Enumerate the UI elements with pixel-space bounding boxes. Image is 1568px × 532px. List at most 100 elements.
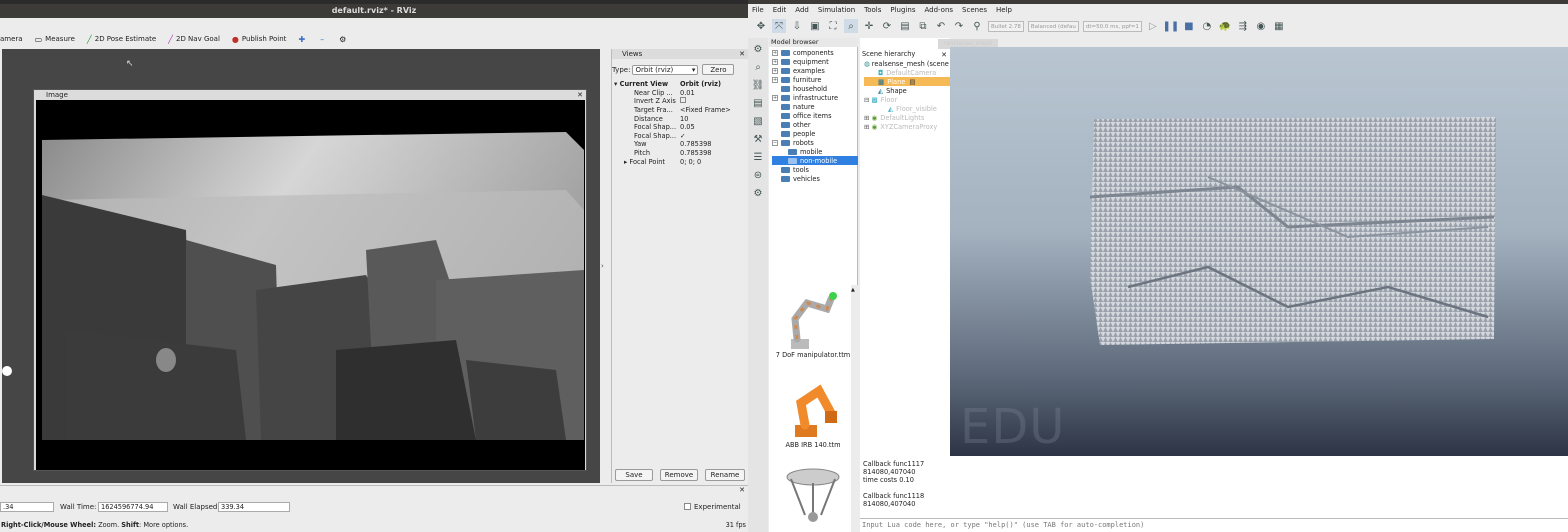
thumb-abb-irb-140[interactable] <box>777 373 849 439</box>
save-button[interactable]: Save <box>615 469 653 481</box>
scrollbar[interactable]: ▲ <box>851 285 858 532</box>
transfer-icon[interactable]: ⧉ <box>916 19 930 33</box>
close-icon[interactable]: ✕ <box>739 49 745 59</box>
expand-icon[interactable]: ⊟ <box>864 96 870 104</box>
current-view-row[interactable]: ▾ Current View Orbit (rviz) <box>612 80 748 89</box>
folder-nature[interactable]: +nature <box>772 102 858 111</box>
shift-icon[interactable]: ⇩ <box>790 19 804 33</box>
scroll-up-icon[interactable]: ▲ <box>851 287 855 293</box>
scene-item-xyzcameraproxy[interactable]: ⊞ ◉ XYZCameraProxy <box>864 122 950 131</box>
property-row[interactable]: Invert Z Axis <box>612 97 748 106</box>
script-icon[interactable]: ▤ <box>909 78 915 86</box>
folder-robots[interactable]: − robots <box>772 138 858 147</box>
assembly-icon[interactable]: ▤ <box>898 19 912 33</box>
pan-icon[interactable]: ✥ <box>754 19 768 33</box>
folder-people[interactable]: +people <box>772 129 858 138</box>
sim-settings-icon[interactable]: ⚙ <box>751 42 765 56</box>
close-icon[interactable]: ✕ <box>739 486 745 494</box>
expand-icon[interactable]: ⊞ <box>864 123 870 131</box>
physics-engine-select[interactable]: Bullet 2.78 <box>988 20 1024 32</box>
folder-other[interactable]: +other <box>772 120 858 129</box>
menu-file[interactable]: File <box>752 6 764 14</box>
checkbox[interactable] <box>680 97 748 105</box>
expand-icon[interactable]: + <box>772 67 778 74</box>
video-icon[interactable]: ⊜ <box>751 168 765 182</box>
menu-plugins[interactable]: Plugins <box>890 6 915 14</box>
menu-tools[interactable]: Tools <box>864 6 881 14</box>
redo-icon[interactable]: ↷ <box>952 19 966 33</box>
add-tool-button[interactable]: ✚ <box>298 35 308 44</box>
property-row[interactable]: Focal Shap... 0.05 <box>612 123 748 132</box>
experimental-checkbox[interactable] <box>684 503 691 510</box>
scene-root[interactable]: ◍ realsense_mesh (scene 1) <box>864 59 958 68</box>
folder-vehicles[interactable]: +vehicles <box>772 174 858 183</box>
ros-elapsed-field[interactable]: .34 <box>0 502 54 512</box>
tool-settings-button[interactable]: ⚙ <box>339 35 349 44</box>
scene-item-defaultcamera[interactable]: ◘ DefaultCamera <box>864 68 950 77</box>
zoom-fit-icon[interactable]: ⛶ <box>826 19 840 33</box>
remove-tool-button[interactable]: – <box>320 35 327 44</box>
folder-components[interactable]: + components <box>772 48 858 57</box>
menu-edit[interactable]: Edit <box>773 6 787 14</box>
expand-icon[interactable]: + <box>772 49 778 56</box>
folder-equipment[interactable]: + equipment <box>772 57 858 66</box>
property-row[interactable]: Target Fra... <Fixed Frame> <box>612 106 748 115</box>
lua-command-input[interactable]: Input Lua code here, or type "help()" (u… <box>860 518 1568 532</box>
view-type-select[interactable]: Orbit (rviz) ▾ <box>632 64 699 75</box>
folder-non-mobile[interactable]: non-mobile <box>772 156 858 165</box>
search-icon[interactable]: ⌕ <box>751 60 765 74</box>
scene-item-plane[interactable]: ▩ Plane ▤ <box>864 77 950 86</box>
tool-2d-pose-estimate[interactable]: ╱ 2D Pose Estimate <box>87 35 156 44</box>
collapse-icon[interactable]: − <box>772 139 778 146</box>
property-row[interactable]: Near Clip ... 0.01 <box>612 89 748 98</box>
timestep-select[interactable]: dt=50.0 ms, ppf=1 <box>1082 20 1142 32</box>
realtime-icon[interactable]: ◔ <box>1200 19 1214 33</box>
zero-button[interactable]: Zero <box>702 64 735 75</box>
menu-help[interactable]: Help <box>996 6 1012 14</box>
menu-add[interactable]: Add <box>795 6 809 14</box>
expand-icon[interactable]: + <box>772 58 778 65</box>
property-row[interactable]: Pitch 0.785398 <box>612 149 748 158</box>
select-icon[interactable]: ⌕ <box>844 19 858 33</box>
user-settings-icon[interactable]: ⚙ <box>751 186 765 200</box>
property-row[interactable]: Yaw 0.785398 <box>612 140 748 149</box>
layers-icon[interactable]: ☰ <box>751 150 765 164</box>
folder-infrastructure[interactable]: + infrastructure <box>772 93 858 102</box>
slower-icon[interactable]: 🐢 <box>1218 19 1232 33</box>
scene-item-shape[interactable]: ◭ Shape <box>864 86 950 95</box>
visibility-icon[interactable]: ◉ <box>1254 19 1268 33</box>
rotate-object-icon[interactable]: ⟳ <box>880 19 894 33</box>
play-icon[interactable]: ▷ <box>1146 19 1160 33</box>
scene-item-floor[interactable]: ⊟ ▩ Floor <box>864 95 950 104</box>
remove-button[interactable]: Remove <box>660 469 698 481</box>
tool-publish-point[interactable]: ● Publish Point <box>232 35 287 44</box>
tool-2d-nav-goal[interactable]: ╱ 2D Nav Goal <box>168 35 220 44</box>
expand-icon[interactable]: + <box>772 76 778 83</box>
folder-mobile[interactable]: mobile <box>772 147 858 156</box>
image-panel[interactable]: Image ✕ <box>33 89 587 471</box>
wall-elapsed-field[interactable]: 339.34 <box>218 502 290 512</box>
accuracy-select[interactable]: Balanced (defau <box>1027 20 1079 32</box>
menu-scenes[interactable]: Scenes <box>962 6 987 14</box>
folder-household[interactable]: +household <box>772 84 858 93</box>
scene-item-defaultlights[interactable]: ⊞ ◉ DefaultLights <box>864 113 950 122</box>
folder-tools[interactable]: +tools <box>772 165 858 174</box>
menu-addons[interactable]: Add-ons <box>924 6 953 14</box>
collapse-arrow-icon[interactable]: › <box>601 262 604 270</box>
pause-icon[interactable]: ❚❚ <box>1162 19 1179 33</box>
collections-icon[interactable]: ▤ <box>751 96 765 110</box>
tool-measure[interactable]: ▭ Measure <box>35 35 75 44</box>
wall-time-field[interactable]: 1624596774.94 <box>98 502 168 512</box>
calc-modules-icon[interactable]: ⛓ <box>751 78 765 92</box>
checkbox-checked[interactable]: ✓ <box>680 132 748 140</box>
menu-simulation[interactable]: Simulation <box>818 6 855 14</box>
tool-camera[interactable]: amera <box>0 35 23 43</box>
thumb-delta-robot[interactable] <box>777 463 849 529</box>
rotate-icon[interactable]: ⤧ <box>772 19 786 33</box>
threaded-render-icon[interactable]: ▦ <box>1272 19 1286 33</box>
move-object-icon[interactable]: ✛ <box>862 19 876 33</box>
camera-fit-icon[interactable]: ▣ <box>808 19 822 33</box>
folder-office-items[interactable]: +office items <box>772 111 858 120</box>
expand-icon[interactable]: ⊞ <box>864 114 870 122</box>
folder-examples[interactable]: + examples <box>772 66 858 75</box>
